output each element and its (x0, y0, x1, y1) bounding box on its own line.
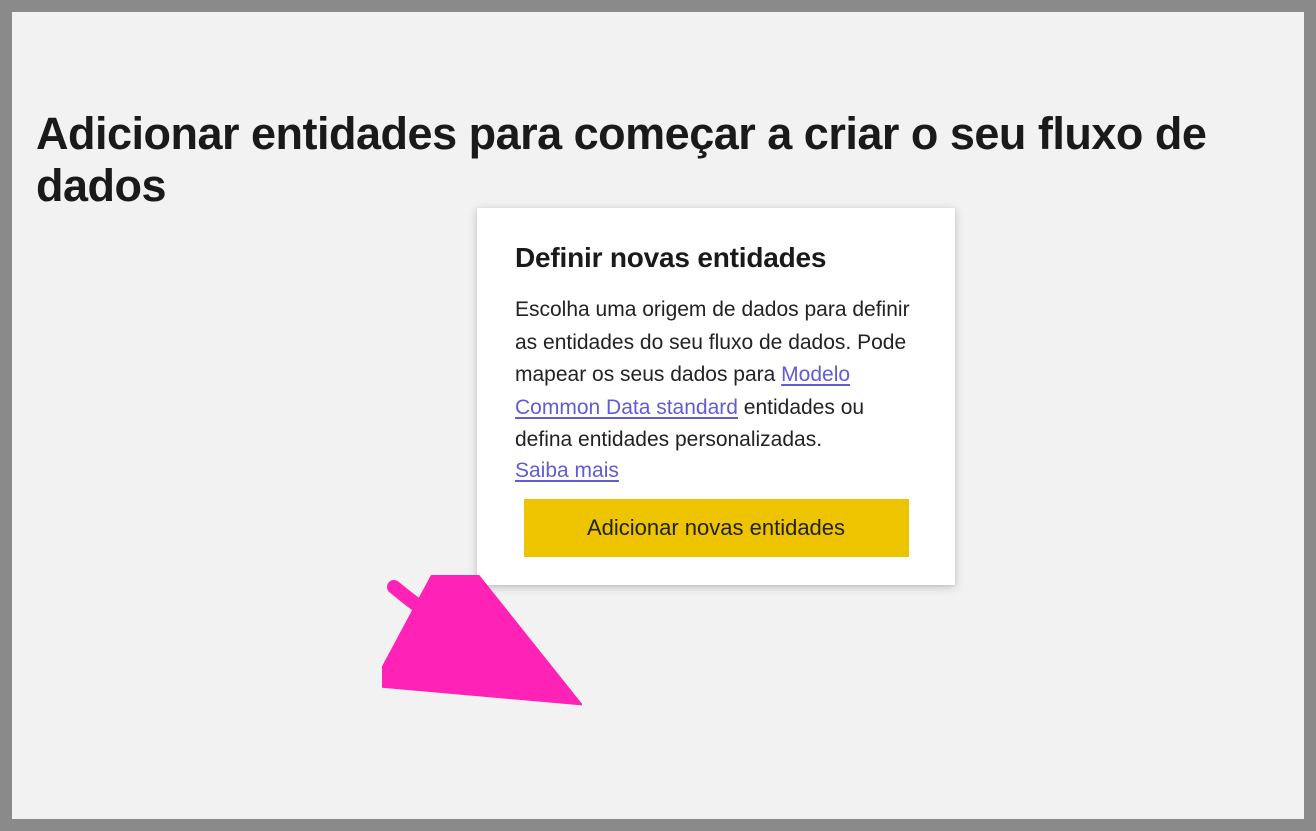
card-title: Definir novas entidades (515, 242, 917, 274)
learn-more-link[interactable]: Saiba mais (515, 459, 619, 483)
page-title: Adicionar entidades para começar a criar… (12, 12, 1304, 212)
main-canvas: Adicionar entidades para começar a criar… (12, 12, 1304, 819)
add-new-entities-button[interactable]: Adicionar novas entidades (524, 499, 909, 557)
card-body-pre: Escolha uma origem de dados para definir… (515, 298, 910, 386)
annotation-arrow-icon (382, 575, 582, 715)
define-entities-card: Definir novas entidades Escolha uma orig… (477, 208, 955, 585)
card-description: Escolha uma origem de dados para definir… (515, 294, 917, 457)
